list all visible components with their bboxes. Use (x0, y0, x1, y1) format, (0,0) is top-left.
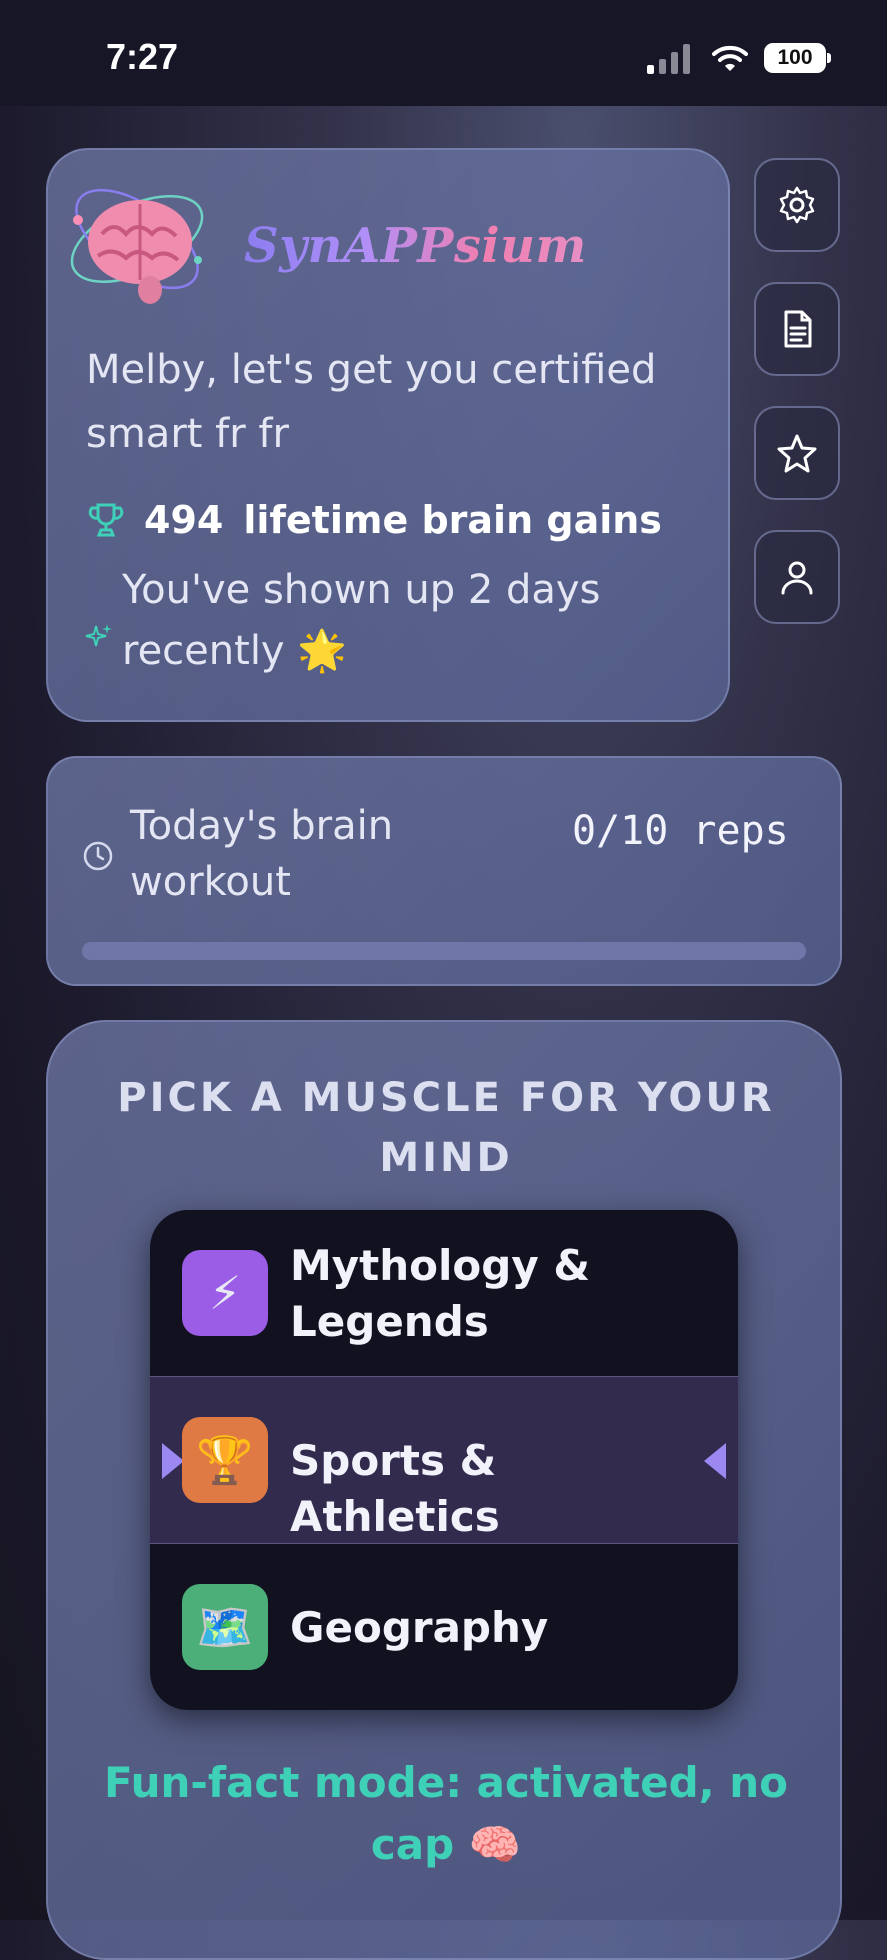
document-icon (784, 310, 812, 348)
battery-nub (827, 53, 831, 63)
gains-row: 494 lifetime brain gains (86, 490, 662, 550)
category-wheel[interactable]: ⚡ Mythology & Legends 🏆 Sports & Athleti… (150, 1210, 738, 1710)
gains-count: 494 (144, 498, 224, 542)
battery-level: 100 (764, 43, 826, 73)
gains-label: lifetime brain gains (243, 498, 662, 542)
map-icon: 🗺️ (182, 1584, 268, 1670)
fun-fact-text: Fun-fact mode: activated, no cap 🧠 (103, 1758, 789, 1869)
brain-logo-icon (70, 188, 204, 304)
profile-card: SynAPPsium Melby, let's get you certifie… (46, 148, 730, 722)
option-label: Geography (290, 1603, 549, 1652)
profile-button[interactable] (754, 530, 840, 624)
option-mythology[interactable]: ⚡ Mythology & Legends (150, 1210, 738, 1378)
favorites-button[interactable] (754, 406, 840, 500)
star-icon (777, 434, 817, 473)
picker-title: PICK A MUSCLE FOR YOUR MIND (117, 1075, 775, 1181)
category-picker-card: PICK A MUSCLE FOR YOUR MIND ⚡ Mythology … (46, 1020, 842, 1960)
clock-icon (83, 841, 113, 871)
workout-progress-bar (82, 942, 806, 960)
sparkle-icon (85, 624, 112, 647)
option-sports[interactable]: 🏆 Sports & Athletics (150, 1376, 738, 1544)
trophy-icon (88, 503, 124, 537)
app-title: SynAPPsium (244, 218, 587, 274)
option-geography[interactable]: 🗺️ Geography (150, 1544, 738, 1710)
selection-arrow-left-icon (162, 1443, 184, 1479)
trophy-icon: 🏆 (182, 1417, 268, 1503)
lightning-icon: ⚡ (182, 1250, 268, 1336)
workout-label: Today's brain workout (130, 803, 394, 905)
option-label: Sports & Athletics (290, 1436, 500, 1541)
reps-counter: 0/10 reps (572, 808, 789, 854)
selection-arrow-right-icon (704, 1443, 726, 1479)
status-bar: 7:27 100 (0, 0, 887, 106)
settings-icon (779, 186, 815, 224)
clock-time: 7:27 (106, 36, 179, 77)
wifi-icon (712, 45, 748, 71)
user-icon (781, 561, 813, 595)
cellular-signal-icon (647, 44, 690, 74)
option-label: Mythology & Legends (290, 1241, 590, 1346)
greeting-text: Melby, let's get you certified smart fr … (86, 347, 657, 457)
daily-workout-card: Today's brain workout 0/10 reps (46, 756, 842, 986)
settings-button[interactable] (754, 158, 840, 252)
streak-text: You've shown up 2 days recently 🌟 (122, 567, 601, 674)
document-button[interactable] (754, 282, 840, 376)
